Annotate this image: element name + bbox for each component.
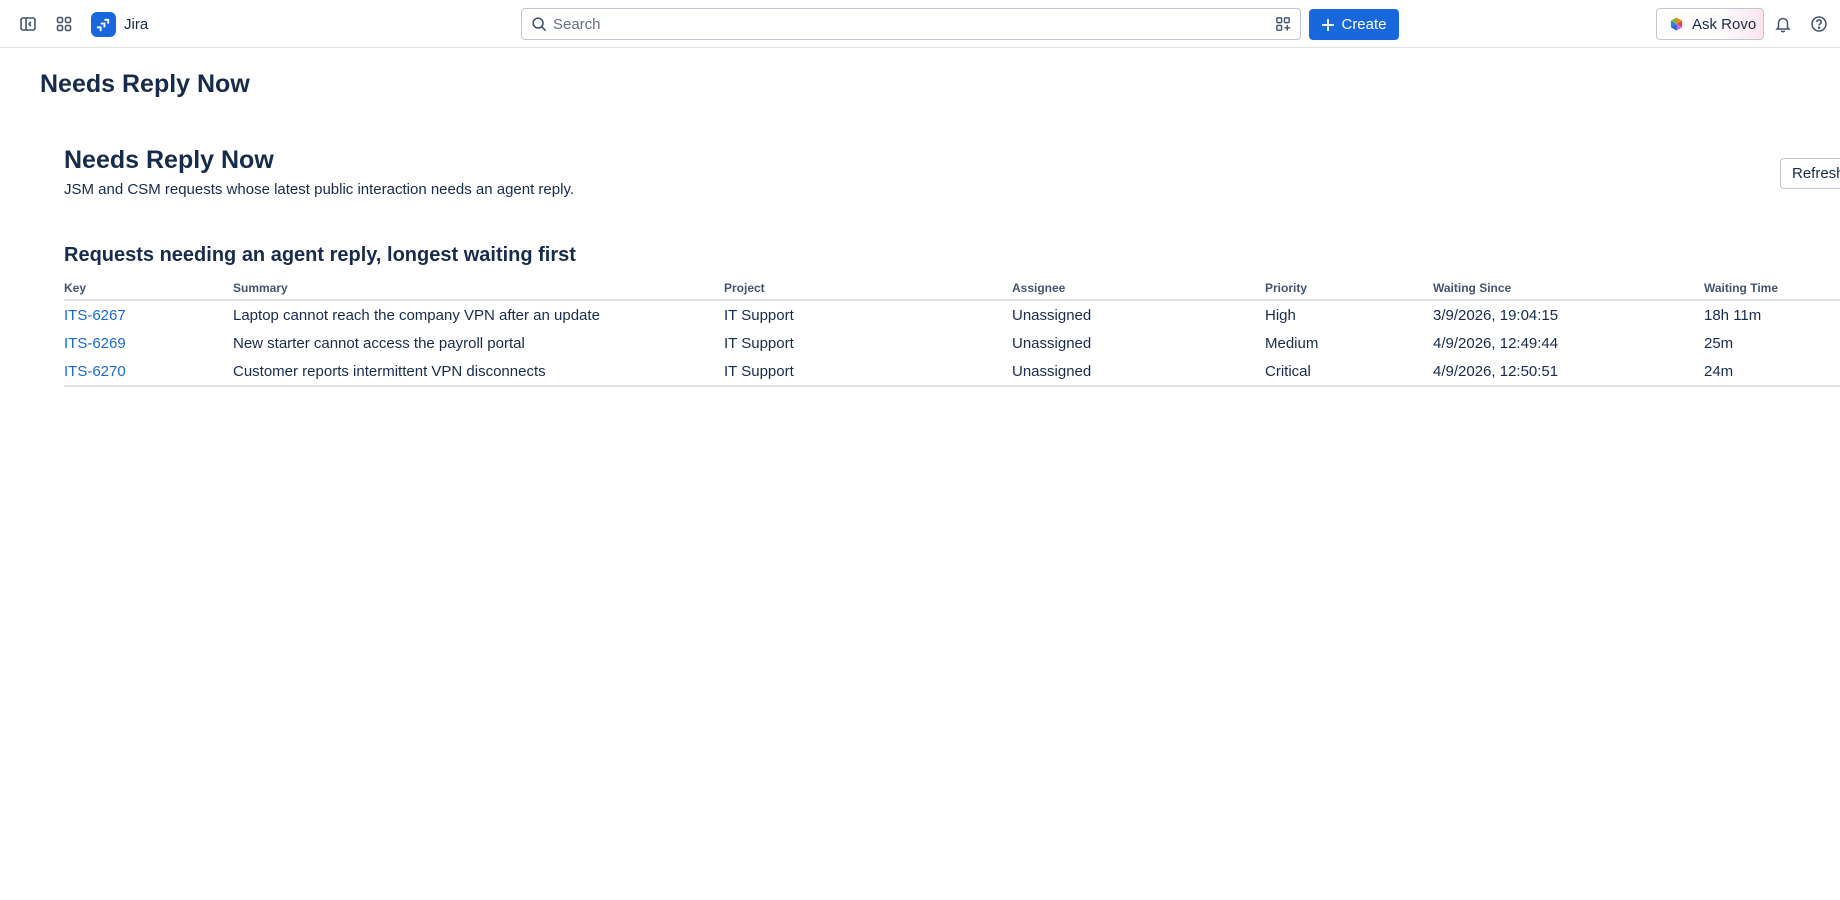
waiting-time-cell: 24m	[1704, 363, 1734, 380]
table-row: ITS-6270 Customer reports intermittent V…	[64, 357, 1840, 385]
waiting-since-cell: 3/9/2026, 19:04:15	[1433, 307, 1559, 324]
help-icon	[1811, 16, 1827, 32]
rovo-icon	[1670, 17, 1683, 31]
help-button[interactable]	[1805, 10, 1833, 38]
waiting-time-cell: 25m	[1704, 335, 1734, 352]
sidebar-toggle-button[interactable]	[14, 10, 42, 38]
create-button[interactable]: Create	[1309, 9, 1399, 40]
bell-icon	[1775, 17, 1791, 33]
table-row: ITS-6267 Laptop cannot reach the company…	[64, 301, 1840, 329]
create-button-label: Create	[1341, 16, 1387, 33]
column-header-waiting-since[interactable]: Waiting Since	[1433, 281, 1511, 295]
section-title: Requests needing an agent reply, longest…	[64, 244, 576, 266]
waiting-since-cell: 4/9/2026, 12:50:51	[1433, 363, 1559, 380]
column-header-summary[interactable]: Summary	[233, 281, 288, 295]
project-cell: IT Support	[724, 335, 794, 352]
table-row: ITS-6269 New starter cannot access the p…	[64, 329, 1840, 357]
priority-cell: Critical	[1265, 363, 1311, 380]
summary-cell: New starter cannot access the payroll po…	[233, 335, 525, 352]
notifications-button[interactable]	[1769, 10, 1797, 38]
issue-key-link[interactable]: ITS-6267	[64, 307, 126, 324]
priority-cell: Medium	[1265, 335, 1319, 352]
table-header: Key Summary Project Assignee Priority Wa…	[64, 279, 1840, 301]
top-navigation: Jira Create Ask Rovo	[0, 0, 1840, 48]
waiting-since-cell: 4/9/2026, 12:49:44	[1433, 335, 1559, 352]
plus-icon	[1322, 18, 1335, 31]
requests-table: Key Summary Project Assignee Priority Wa…	[64, 279, 1840, 387]
column-header-priority[interactable]: Priority	[1265, 281, 1307, 295]
report-title: Needs Reply Now	[64, 146, 274, 174]
assignee-cell: Unassigned	[1012, 363, 1092, 380]
refresh-button[interactable]: Refresh	[1780, 158, 1840, 189]
column-header-assignee[interactable]: Assignee	[1012, 281, 1065, 295]
assignee-cell: Unassigned	[1012, 307, 1092, 324]
app-switcher-button[interactable]	[50, 10, 78, 38]
column-header-key[interactable]: Key	[64, 281, 86, 295]
report-description: JSM and CSM requests whose latest public…	[64, 181, 574, 198]
ask-rovo-button[interactable]: Ask Rovo	[1656, 8, 1764, 40]
sidebar-toggle-icon	[20, 17, 36, 31]
waiting-time-cell: 18h 11m	[1704, 307, 1762, 324]
summary-cell: Laptop cannot reach the company VPN afte…	[233, 307, 600, 324]
jira-home-link[interactable]: Jira	[91, 10, 148, 38]
project-cell: IT Support	[724, 307, 794, 324]
assignee-cell: Unassigned	[1012, 335, 1092, 352]
priority-cell: High	[1265, 307, 1296, 324]
table-bottom-border	[64, 385, 1840, 387]
ask-rovo-label: Ask Rovo	[1692, 15, 1757, 33]
search-icon	[532, 17, 547, 32]
search-box[interactable]	[521, 8, 1301, 40]
summary-cell: Customer reports intermittent VPN discon…	[233, 363, 546, 380]
column-header-waiting-time[interactable]: Waiting Time	[1704, 281, 1778, 295]
column-header-project[interactable]: Project	[724, 281, 765, 295]
page-title: Needs Reply Now	[40, 70, 250, 98]
search-filter-icon[interactable]	[1275, 16, 1292, 33]
search-input[interactable]	[553, 13, 1233, 35]
issue-key-link[interactable]: ITS-6269	[64, 335, 126, 352]
issue-key-link[interactable]: ITS-6270	[64, 363, 126, 380]
app-name: Jira	[124, 15, 149, 33]
app-switcher-icon	[56, 16, 72, 32]
project-cell: IT Support	[724, 363, 794, 380]
jira-logo-icon	[91, 11, 116, 37]
